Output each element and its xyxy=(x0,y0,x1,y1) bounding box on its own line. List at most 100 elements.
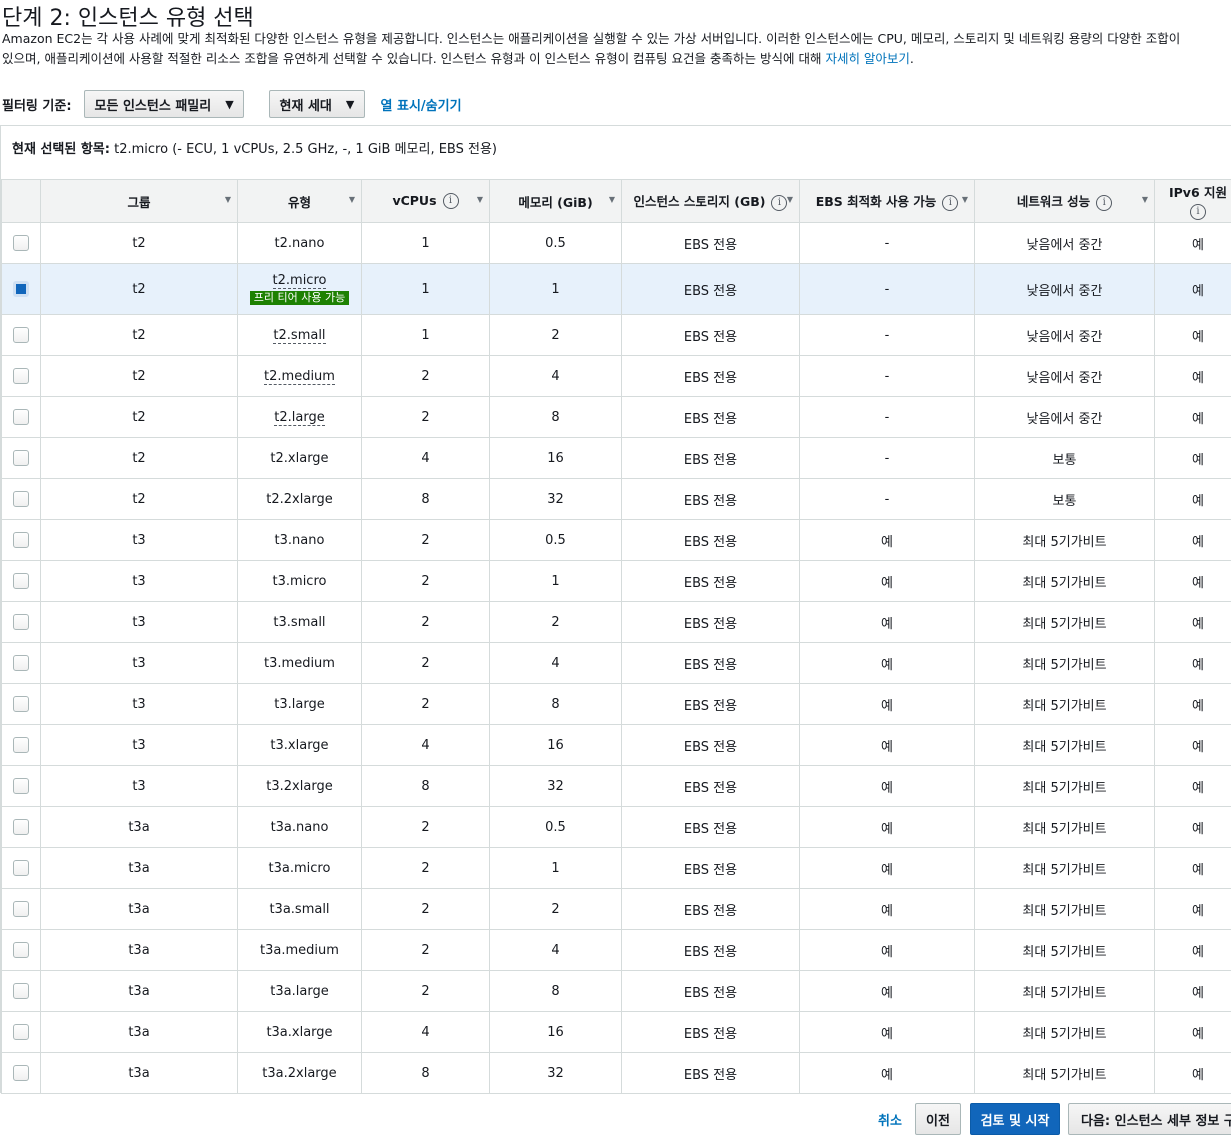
cell-storage: EBS 전용 xyxy=(621,560,800,602)
learn-more-link[interactable]: 자세히 알아보기 xyxy=(825,51,909,66)
cell-storage: EBS 전용 xyxy=(621,888,800,930)
review-and-launch-button[interactable]: 검토 및 시작 xyxy=(970,1103,1060,1135)
instance-type-name[interactable]: t2.medium xyxy=(264,368,335,385)
instance-family-select[interactable]: 모든 인스턴스 패밀리 ▼ xyxy=(83,90,244,118)
table-row[interactable]: t3 t3.2xlarge 8 32 EBS 전용 예 최대 5기가비트 예 xyxy=(1,765,1231,807)
header-vcpus-label: vCPUs xyxy=(392,192,437,208)
info-icon[interactable]: i xyxy=(1096,194,1113,211)
cell-memory: 2 xyxy=(489,314,622,356)
cancel-button[interactable]: 취소 xyxy=(870,1103,910,1135)
table-row[interactable]: t3 t3.small 2 2 EBS 전용 예 최대 5기가비트 예 xyxy=(1,601,1231,643)
next-configure-details-button[interactable]: 다음: 인스턴스 세부 정보 구성 xyxy=(1068,1103,1231,1135)
cell-type: t2.large xyxy=(237,396,362,438)
previous-button[interactable]: 이전 xyxy=(915,1103,961,1135)
cell-storage: EBS 전용 xyxy=(621,765,800,807)
table-row[interactable]: t3a t3a.large 2 8 EBS 전용 예 최대 5기가비트 예 xyxy=(1,970,1231,1012)
table-row[interactable]: t3 t3.large 2 8 EBS 전용 예 최대 5기가비트 예 xyxy=(1,683,1231,725)
checkbox-icon[interactable] xyxy=(13,532,29,548)
table-row[interactable]: t3a t3a.nano 2 0.5 EBS 전용 예 최대 5기가비트 예 xyxy=(1,806,1231,848)
checkbox-icon[interactable] xyxy=(13,1024,29,1040)
cell-network: 최대 5기가비트 xyxy=(974,888,1155,930)
table-row[interactable]: t2 t2.medium 2 4 EBS 전용 - 낮음에서 중간 예 xyxy=(1,355,1231,397)
checkbox-icon[interactable] xyxy=(13,983,29,999)
header-network[interactable]: 네트워크 성능 i ▼ xyxy=(974,179,1155,223)
table-row[interactable]: t3a t3a.micro 2 1 EBS 전용 예 최대 5기가비트 예 xyxy=(1,847,1231,889)
checkbox-icon[interactable] xyxy=(13,1065,29,1081)
info-icon[interactable]: i xyxy=(442,193,459,210)
table-row[interactable]: t3 t3.micro 2 1 EBS 전용 예 최대 5기가비트 예 xyxy=(1,560,1231,602)
checkbox-icon[interactable] xyxy=(13,491,29,507)
checkbox-icon[interactable] xyxy=(13,942,29,958)
instance-type-name[interactable]: t2.large xyxy=(274,409,325,426)
checkbox-icon[interactable] xyxy=(13,737,29,753)
table-row[interactable]: t2 t2.nano 1 0.5 EBS 전용 - 낮음에서 중간 예 xyxy=(1,222,1231,264)
instance-type-name: t2.xlarge xyxy=(270,450,329,466)
cell-memory: 16 xyxy=(489,437,622,479)
checkbox-icon[interactable] xyxy=(13,614,29,630)
table-row[interactable]: t3a t3a.medium 2 4 EBS 전용 예 최대 5기가비트 예 xyxy=(1,929,1231,971)
table-row[interactable]: t2 t2.small 1 2 EBS 전용 - 낮음에서 중간 예 xyxy=(1,314,1231,356)
info-icon[interactable]: i xyxy=(771,194,788,211)
instance-family-value: 모든 인스턴스 패밀리 xyxy=(94,98,212,114)
checkbox-icon[interactable] xyxy=(13,368,29,384)
table-row[interactable]: t3a t3a.xlarge 4 16 EBS 전용 예 최대 5기가비트 예 xyxy=(1,1011,1231,1053)
header-vcpus[interactable]: vCPUs i ▼ xyxy=(361,179,490,223)
header-storage[interactable]: 인스턴스 스토리지 (GB) i ▼ xyxy=(621,179,800,223)
cell-group: t3a xyxy=(40,929,238,971)
header-ebs[interactable]: EBS 최적화 사용 가능 i ▼ xyxy=(799,179,975,223)
cell-type: t2.medium xyxy=(237,355,362,397)
chevron-down-icon: ▼ xyxy=(345,97,355,111)
checkbox-icon[interactable] xyxy=(13,327,29,343)
cell-group: t3 xyxy=(40,519,238,561)
cell-vcpus: 2 xyxy=(361,560,490,602)
checkbox-icon[interactable] xyxy=(13,860,29,876)
table-row[interactable]: t3 t3.xlarge 4 16 EBS 전용 예 최대 5기가비트 예 xyxy=(1,724,1231,766)
cell-storage: EBS 전용 xyxy=(621,478,800,520)
cell-memory: 2 xyxy=(489,888,622,930)
generation-select[interactable]: 현재 세대 ▼ xyxy=(268,90,365,118)
checkbox-icon[interactable] xyxy=(13,573,29,589)
cell-ebs-optimized: 예 xyxy=(799,806,975,848)
info-icon[interactable]: i xyxy=(1190,203,1206,220)
cell-storage: EBS 전용 xyxy=(621,724,800,766)
checkbox-icon[interactable] xyxy=(13,409,29,425)
cell-group: t2 xyxy=(40,478,238,520)
table-row[interactable]: t2 t2.large 2 8 EBS 전용 - 낮음에서 중간 예 xyxy=(1,396,1231,438)
cell-network: 최대 5기가비트 xyxy=(974,1052,1155,1094)
cell-ipv6: 예 xyxy=(1154,263,1231,315)
header-group[interactable]: 그룹 ▼ xyxy=(40,179,238,223)
sort-caret-icon: ▼ xyxy=(348,195,355,204)
table-row[interactable]: t3a t3a.2xlarge 8 32 EBS 전용 예 최대 5기가비트 예 xyxy=(1,1052,1231,1094)
table-row[interactable]: t3 t3.nano 2 0.5 EBS 전용 예 최대 5기가비트 예 xyxy=(1,519,1231,561)
info-icon[interactable]: i xyxy=(942,194,959,211)
checkbox-icon[interactable] xyxy=(13,450,29,466)
checkbox-icon[interactable] xyxy=(13,235,29,251)
instance-type-name: t3.large xyxy=(274,696,325,712)
table-row[interactable]: t2 t2.2xlarge 8 32 EBS 전용 - 보통 예 xyxy=(1,478,1231,520)
header-memory[interactable]: 메모리 (GiB) ▼ xyxy=(489,179,622,223)
checkbox-icon[interactable] xyxy=(13,778,29,794)
table-row[interactable]: t3 t3.medium 2 4 EBS 전용 예 최대 5기가비트 예 xyxy=(1,642,1231,684)
cell-ipv6: 예 xyxy=(1154,1011,1231,1053)
checkbox-icon[interactable] xyxy=(13,696,29,712)
show-hide-columns-link[interactable]: 열 표시/숨기기 xyxy=(381,95,462,114)
cell-ipv6: 예 xyxy=(1154,437,1231,479)
header-ipv6[interactable]: IPv6 지원 i xyxy=(1154,179,1231,223)
cell-ipv6: 예 xyxy=(1154,683,1231,725)
instance-type-name[interactable]: t2.small xyxy=(273,327,326,344)
instance-type-name: t3.2xlarge xyxy=(266,778,333,794)
cell-type: t3a.xlarge xyxy=(237,1011,362,1053)
cell-storage: EBS 전용 xyxy=(621,314,800,356)
header-type[interactable]: 유형 ▼ xyxy=(237,179,362,223)
table-row[interactable]: t2 t2.micro 프리 티어 사용 가능 1 1 EBS 전용 - 낮음에서 중간 예 xyxy=(1,263,1231,315)
table-row[interactable]: t3a t3a.small 2 2 EBS 전용 예 최대 5기가비트 예 xyxy=(1,888,1231,930)
cell-memory: 0.5 xyxy=(489,806,622,848)
cell-memory: 32 xyxy=(489,1052,622,1094)
checkbox-icon[interactable] xyxy=(13,281,29,297)
instance-type-name: t3.micro xyxy=(272,573,327,589)
checkbox-icon[interactable] xyxy=(13,655,29,671)
instance-type-name[interactable]: t2.micro xyxy=(272,273,327,289)
checkbox-icon[interactable] xyxy=(13,819,29,835)
table-row[interactable]: t2 t2.xlarge 4 16 EBS 전용 - 보통 예 xyxy=(1,437,1231,479)
checkbox-icon[interactable] xyxy=(13,901,29,917)
